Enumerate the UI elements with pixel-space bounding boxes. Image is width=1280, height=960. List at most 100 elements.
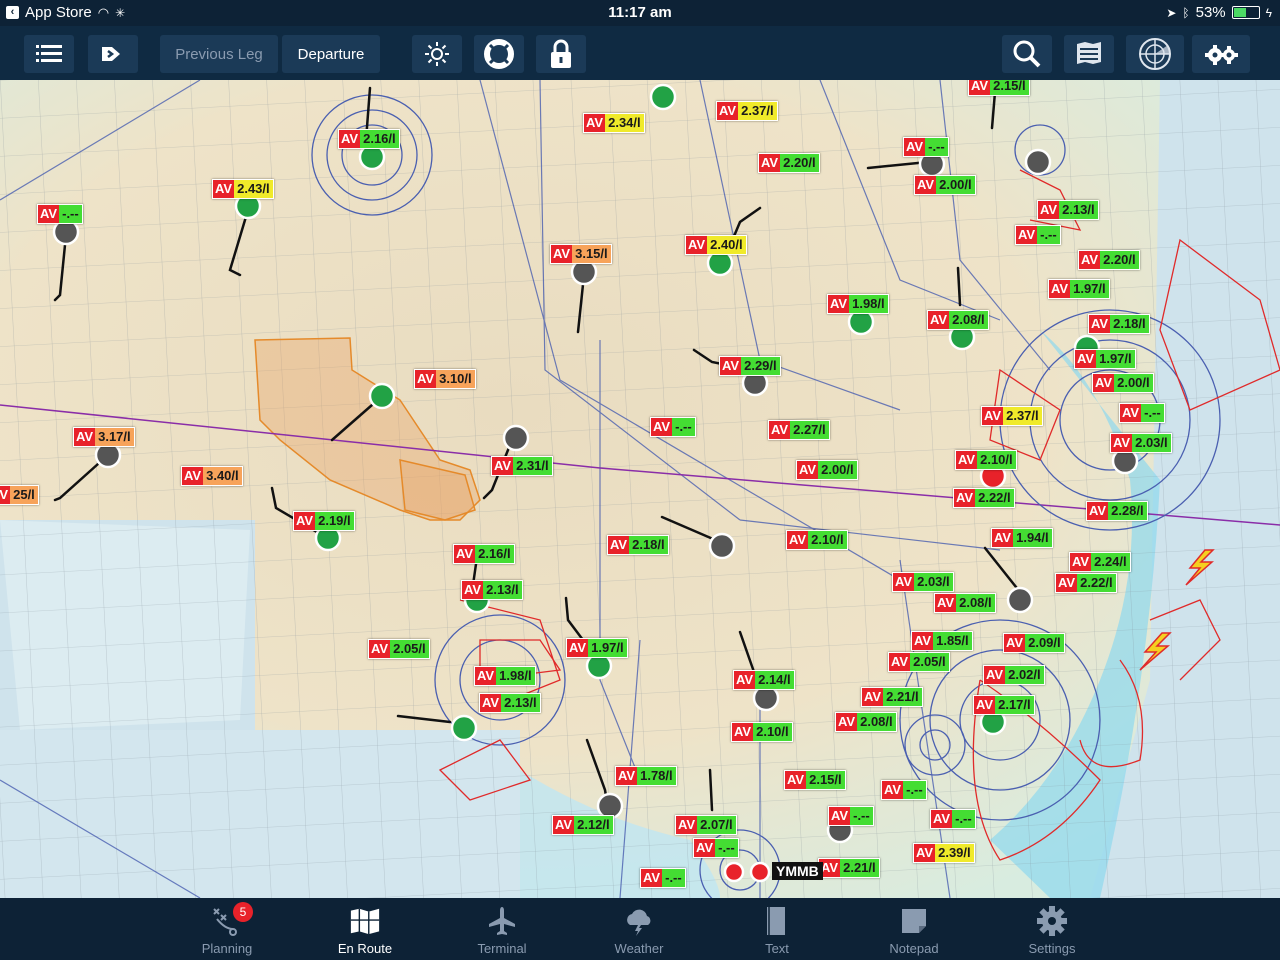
- fuel-price-label[interactable]: AV 2.34/l: [583, 113, 645, 133]
- fuel-price-label[interactable]: AV 2.40/l: [685, 235, 747, 255]
- fuel-price-label[interactable]: AV 2.28/l: [1086, 501, 1148, 521]
- fuel-price-label[interactable]: AV 2.18/l: [1088, 314, 1150, 334]
- fuel-price-label[interactable]: AV 1.98/l: [827, 294, 889, 314]
- tab-text[interactable]: Text: [717, 898, 837, 960]
- fuel-price-label[interactable]: AV 2.00/l: [914, 175, 976, 195]
- tab-en-route[interactable]: En Route: [305, 898, 425, 960]
- fuel-price-label[interactable]: AV -.--: [903, 137, 949, 157]
- fuel-price-label[interactable]: AV -.--: [828, 806, 874, 826]
- fuel-price-label[interactable]: AV 1.94/l: [991, 528, 1053, 548]
- fuel-price-label[interactable]: AV 2.03/l: [892, 572, 954, 592]
- fuel-price-label[interactable]: AV -.--: [881, 780, 927, 800]
- fuel-price-label[interactable]: AV 2.07/l: [675, 815, 737, 835]
- tab-label: En Route: [337, 941, 393, 956]
- fuel-price-label[interactable]: AV 2.15/l: [968, 80, 1030, 96]
- fuel-price-label[interactable]: AV 2.37/l: [981, 406, 1043, 426]
- radar-button[interactable]: [1126, 35, 1184, 73]
- fuel-price-label[interactable]: AV 2.29/l: [719, 356, 781, 376]
- fuel-price-label[interactable]: AV 2.20/l: [1078, 250, 1140, 270]
- fuel-price-label[interactable]: AV 2.12/l: [552, 815, 614, 835]
- en-route-map[interactable]: AV 2.37/l AV 2.34/l AV 2.16/l AV 2.15/l AV -.-- AV…: [0, 80, 1280, 898]
- fuel-price-label[interactable]: AV 2.14/l: [733, 670, 795, 690]
- departure-button[interactable]: Departure: [282, 35, 380, 73]
- tab-terminal[interactable]: Terminal: [442, 898, 562, 960]
- fuel-price-label[interactable]: AV 2.03/l: [1110, 433, 1172, 453]
- fuel-price-label[interactable]: AV 2.27/l: [768, 420, 830, 440]
- fuel-price-label[interactable]: AV 2.10/l: [731, 722, 793, 742]
- fuel-price-label[interactable]: AV 2.43/l: [212, 179, 274, 199]
- fuel-price-label[interactable]: AV 1.78/l: [615, 766, 677, 786]
- fuel-price-label[interactable]: AV 1.97/l: [566, 638, 628, 658]
- fuel-price-label[interactable]: AV 2.15/l: [784, 770, 846, 790]
- layers-button[interactable]: [1064, 35, 1114, 73]
- fuel-price-label[interactable]: AV 2.39/l: [913, 843, 975, 863]
- fuel-price-label[interactable]: AV 3.40/l: [181, 466, 243, 486]
- fuel-price-label[interactable]: AV 3.10/l: [414, 369, 476, 389]
- fuel-price-label[interactable]: AV 1.98/l: [474, 666, 536, 686]
- fuel-price-label[interactable]: AV 2.02/l: [983, 665, 1045, 685]
- fuel-price-label[interactable]: AV 2.31/l: [491, 456, 553, 476]
- fuel-price-label[interactable]: AV 2.13/l: [461, 580, 523, 600]
- search-button[interactable]: [1002, 35, 1052, 73]
- fuel-price-label[interactable]: AV 2.00/l: [796, 460, 858, 480]
- fuel-price-label[interactable]: AV 2.20/l: [758, 153, 820, 173]
- fuel-price-label[interactable]: AV 2.05/l: [368, 639, 430, 659]
- fuel-price-value: 2.39/l: [935, 844, 974, 862]
- tab-planning[interactable]: 5 Planning: [167, 898, 287, 960]
- fuel-price-label[interactable]: AV 2.09/l: [1003, 633, 1065, 653]
- fuel-price-label[interactable]: AV 1.85/l: [911, 631, 973, 651]
- list-button[interactable]: [24, 35, 74, 73]
- fuel-price-label[interactable]: AV 2.24/l: [1069, 552, 1131, 572]
- fuel-price-label[interactable]: AV 2.13/l: [1037, 200, 1099, 220]
- tab-notepad[interactable]: Notepad: [854, 898, 974, 960]
- fuel-price-label[interactable]: AV 1.97/l: [1048, 279, 1110, 299]
- fuel-price-label[interactable]: AV -.--: [930, 809, 976, 829]
- fuel-price-label[interactable]: AV 2.00/l: [1092, 373, 1154, 393]
- fuel-price-label[interactable]: AV 2.37/l: [716, 101, 778, 121]
- fuel-price-value: 2.03/l: [1132, 434, 1171, 452]
- route-button[interactable]: [88, 35, 138, 73]
- airplane-icon: [486, 905, 518, 937]
- fuel-price-label[interactable]: AV 3.17/l: [73, 427, 135, 447]
- fuel-price-label[interactable]: AV -.--: [693, 838, 739, 858]
- fuel-price-label[interactable]: AV 2.05/l: [888, 652, 950, 672]
- fuel-price-label[interactable]: AV -.--: [37, 204, 83, 224]
- fuel-price-label[interactable]: AV 1.97/l: [1074, 349, 1136, 369]
- fuel-price-label[interactable]: AV 2.16/l: [338, 129, 400, 149]
- lifebuoy-icon: [484, 39, 514, 69]
- fuel-price-label[interactable]: AV 3.15/l: [550, 244, 612, 264]
- lock-button[interactable]: [536, 35, 586, 73]
- fuel-price-value: 2.18/l: [1110, 315, 1149, 333]
- fuel-price-label[interactable]: AV 2.21/l: [861, 687, 923, 707]
- fuel-price-label[interactable]: AV 2.08/l: [927, 310, 989, 330]
- fuel-price-label[interactable]: AV 2.17/l: [973, 695, 1035, 715]
- fuel-price-label[interactable]: AV -.--: [1015, 225, 1061, 245]
- settings-button[interactable]: [1192, 35, 1250, 73]
- brightness-button[interactable]: [412, 35, 462, 73]
- fuel-price-label[interactable]: AV 2.19/l: [293, 511, 355, 531]
- fuel-price-label[interactable]: AV 2.18/l: [607, 535, 669, 555]
- fuel-price-label[interactable]: AV -.--: [650, 417, 696, 437]
- fuel-price-label[interactable]: AV 2.10/l: [786, 530, 848, 550]
- avgas-tag: AV: [797, 461, 819, 479]
- fuel-price-label[interactable]: AV 2.21/l: [818, 858, 880, 878]
- fuel-price-label[interactable]: AV 2.08/l: [934, 593, 996, 613]
- fuel-price-label[interactable]: AV25/l: [0, 485, 39, 505]
- fuel-price-label[interactable]: AV 2.16/l: [453, 544, 515, 564]
- fuel-price-label[interactable]: AV 2.22/l: [953, 488, 1015, 508]
- fuel-price-label[interactable]: AV 2.22/l: [1055, 573, 1117, 593]
- emergency-button[interactable]: [474, 35, 524, 73]
- airport-label[interactable]: YMMB: [772, 862, 823, 880]
- fuel-price-label[interactable]: AV 2.10/l: [955, 450, 1017, 470]
- fuel-price-label[interactable]: AV 2.13/l: [479, 693, 541, 713]
- fuel-price-label[interactable]: AV 2.08/l: [835, 712, 897, 732]
- avgas-tag: AV: [931, 810, 953, 828]
- tab-settings[interactable]: Settings: [992, 898, 1112, 960]
- tab-weather[interactable]: Weather: [579, 898, 699, 960]
- fuel-price-value: -.--: [925, 138, 948, 156]
- previous-leg-button[interactable]: Previous Leg: [160, 35, 278, 73]
- fuel-price-label[interactable]: AV -.--: [640, 868, 686, 888]
- status-bar: ‹ App Store ◠ ✳ 11:17 am ➤ ᛒ 53% ϟ: [0, 0, 1280, 26]
- avgas-tag: AV: [694, 839, 716, 857]
- fuel-price-label[interactable]: AV -.--: [1119, 403, 1165, 423]
